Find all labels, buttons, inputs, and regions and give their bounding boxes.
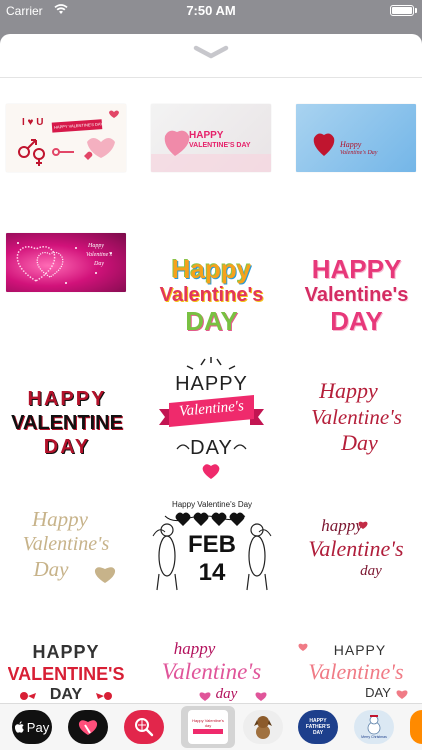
- sticker-pink-happy-line1: HAPPY: [311, 254, 402, 284]
- sticker-salmon-heart-right-icon: [396, 690, 408, 699]
- fathers-day-thumb-text: HAPPY FATHER'S DAY: [305, 718, 331, 736]
- apple-pay-label: Pay: [26, 719, 50, 735]
- sticker-sparkle-hearts-line2: Valentine's: [86, 252, 112, 258]
- sticker-salmon-script-line3: DAY: [365, 684, 391, 700]
- sticker-sparkle-hearts-line3: Day: [94, 261, 104, 267]
- sticker-gold-script-line3: Day: [33, 556, 69, 581]
- sticker-pink-script-line3: day: [215, 686, 238, 702]
- sticker-iloveu-card[interactable]: I ♥ U HAPPY VALENTINE'S DAY: [6, 104, 126, 172]
- sticker-colorful-happy-line3: DAY: [185, 306, 238, 336]
- sticker-maroon-script-line1: happy: [321, 516, 363, 535]
- sticker-gold-heart-icon: [94, 567, 116, 583]
- puppy-icon: [254, 716, 272, 739]
- sticker-pink-heart-card[interactable]: HAPPY VALENTINE'S DAY: [151, 104, 271, 172]
- fathers-day-app[interactable]: HAPPY FATHER'S DAY: [298, 710, 338, 744]
- sticker-gold-script-line1: Happy: [32, 506, 88, 531]
- sticker-red-script-line2: Valentine's: [311, 404, 402, 429]
- sticker-feb14-line1: Happy Valentine's Day: [171, 500, 253, 509]
- sticker-iloveu-top-text: I ♥ U: [22, 117, 44, 128]
- christmas-stickers-app[interactable]: Merry Christmas: [354, 710, 394, 744]
- clock: 7:50 AM: [186, 3, 236, 18]
- sticker-grunge-line3: DAY: [43, 436, 91, 458]
- sticker-pink-heart-right-icon: [255, 692, 267, 701]
- sticker-grunge-line2: VALENTINE: [11, 412, 123, 434]
- sticker-pink-heart-line1: HAPPY: [189, 130, 224, 141]
- sheet-divider: [0, 77, 422, 78]
- sticker-grunge-line1: HAPPY: [27, 388, 107, 410]
- sticker-gold-script-line2: Valentine's: [22, 532, 110, 555]
- valentine-app-ribbon-icon: [193, 729, 223, 734]
- sticker-maroon-script-line3: day: [360, 563, 382, 579]
- collapse-chevron-icon[interactable]: [193, 45, 229, 59]
- app-drawer: Pay Happy Valentine's day HAPPY FATHER'S…: [0, 703, 422, 750]
- sticker-pink-happy-card[interactable]: HAPPY Valentine's DAY: [296, 239, 417, 351]
- puppy-stickers-app[interactable]: [243, 710, 283, 744]
- christmas-thumb-text: Merry Christmas: [361, 735, 387, 739]
- sticker-salmon-script-line2: Valentine's: [308, 658, 404, 684]
- battery-cap: [415, 8, 417, 13]
- sticker-cupid-card[interactable]: HAPPY VALENTINE'S DAY: [8, 636, 124, 710]
- sticker-pink-happy-line2: Valentine's: [304, 284, 409, 306]
- sticker-pink-script-card[interactable]: happy Valentine's day: [151, 635, 272, 707]
- battery-icon: [390, 5, 414, 16]
- sticker-cupid-right-icon: [96, 692, 112, 700]
- sticker-grunge-card[interactable]: HAPPY VALENTINE DAY: [8, 377, 126, 469]
- sticker-blue-felt-card[interactable]: Happy Valentine's Day: [296, 104, 416, 172]
- sticker-blue-felt-art: [313, 133, 335, 156]
- snowman-icon: [367, 715, 381, 735]
- sticker-salmon-script-card[interactable]: HAPPY Valentine's DAY: [296, 638, 416, 704]
- sticker-sparkle-hearts-art: [16, 242, 112, 284]
- sticker-blue-felt-line2: Valentine's Day: [340, 150, 378, 156]
- sticker-pink-script-line1: happy: [173, 639, 216, 658]
- sticker-sparkle-hearts-card[interactable]: Happy Valentine's Day: [6, 233, 126, 292]
- sticker-cupid-line2: VALENTINE'S: [8, 664, 124, 684]
- search-images-app[interactable]: [124, 710, 164, 744]
- sticker-salmon-heart-left-icon: [298, 643, 308, 651]
- sticker-ribbon-line1: HAPPY: [175, 373, 248, 395]
- valentine-stickers-app[interactable]: Happy Valentine's day: [188, 710, 228, 744]
- sticker-sheet: I ♥ U HAPPY VALENTINE'S DAY HAPPY VALENT…: [0, 34, 422, 750]
- apple-pay-app[interactable]: Pay: [12, 710, 52, 744]
- sticker-ribbon-card[interactable]: HAPPY Valentine's DAY: [151, 357, 272, 483]
- sticker-ribbon-line3: DAY: [190, 437, 233, 459]
- valentine-app-thumb-text: Happy Valentine's day: [192, 718, 224, 728]
- heart-touch-icon: [78, 720, 98, 735]
- search-globe-icon: [135, 718, 154, 737]
- sticker-red-script-line3: Day: [341, 429, 378, 455]
- sticker-cupid-left-icon: [20, 692, 36, 700]
- sticker-feb14-line2: FEB: [188, 531, 236, 558]
- sticker-feb14-card[interactable]: Happy Valentine's Day FEB 14: [151, 496, 273, 600]
- sticker-colorful-happy-line2: Valentine's: [159, 284, 264, 306]
- sticker-gold-script-card[interactable]: Happy Valentine's Day: [6, 492, 126, 596]
- sticker-maroon-script-line2: Valentine's: [308, 536, 404, 561]
- sticker-red-script-line1: Happy: [319, 377, 378, 403]
- sticker-pink-script-line2: Valentine's: [161, 659, 262, 684]
- sticker-blue-felt-line1: Happy: [340, 140, 362, 149]
- sticker-feb14-line3: 14: [198, 559, 226, 586]
- digital-touch-app[interactable]: [68, 710, 108, 744]
- status-bar: Carrier 7:50 AM: [0, 0, 422, 22]
- sticker-salmon-script-line1: HAPPY: [333, 641, 387, 658]
- sticker-pink-happy-line3: DAY: [330, 306, 383, 336]
- sticker-pink-heart-left-icon: [199, 692, 211, 701]
- sticker-maroon-script-card[interactable]: happy Valentine's day: [296, 508, 416, 588]
- sticker-maroon-heart-icon: [358, 521, 368, 529]
- partial-app-icon[interactable]: [410, 710, 422, 744]
- sticker-cupid-line3: DAY: [49, 686, 83, 703]
- sticker-sparkle-hearts-line1: Happy: [88, 243, 104, 249]
- sticker-colorful-happy-card[interactable]: Happy Valentine's DAY: [151, 239, 272, 351]
- sticker-red-script-card[interactable]: Happy Valentine's Day: [296, 364, 417, 469]
- sticker-iloveu-art: [6, 104, 126, 172]
- sticker-colorful-happy-line1: Happy: [171, 254, 252, 284]
- sticker-pink-heart-line2: VALENTINE'S DAY: [189, 142, 251, 149]
- sticker-cupid-line1: HAPPY: [32, 642, 100, 662]
- apple-logo-icon: [14, 721, 24, 733]
